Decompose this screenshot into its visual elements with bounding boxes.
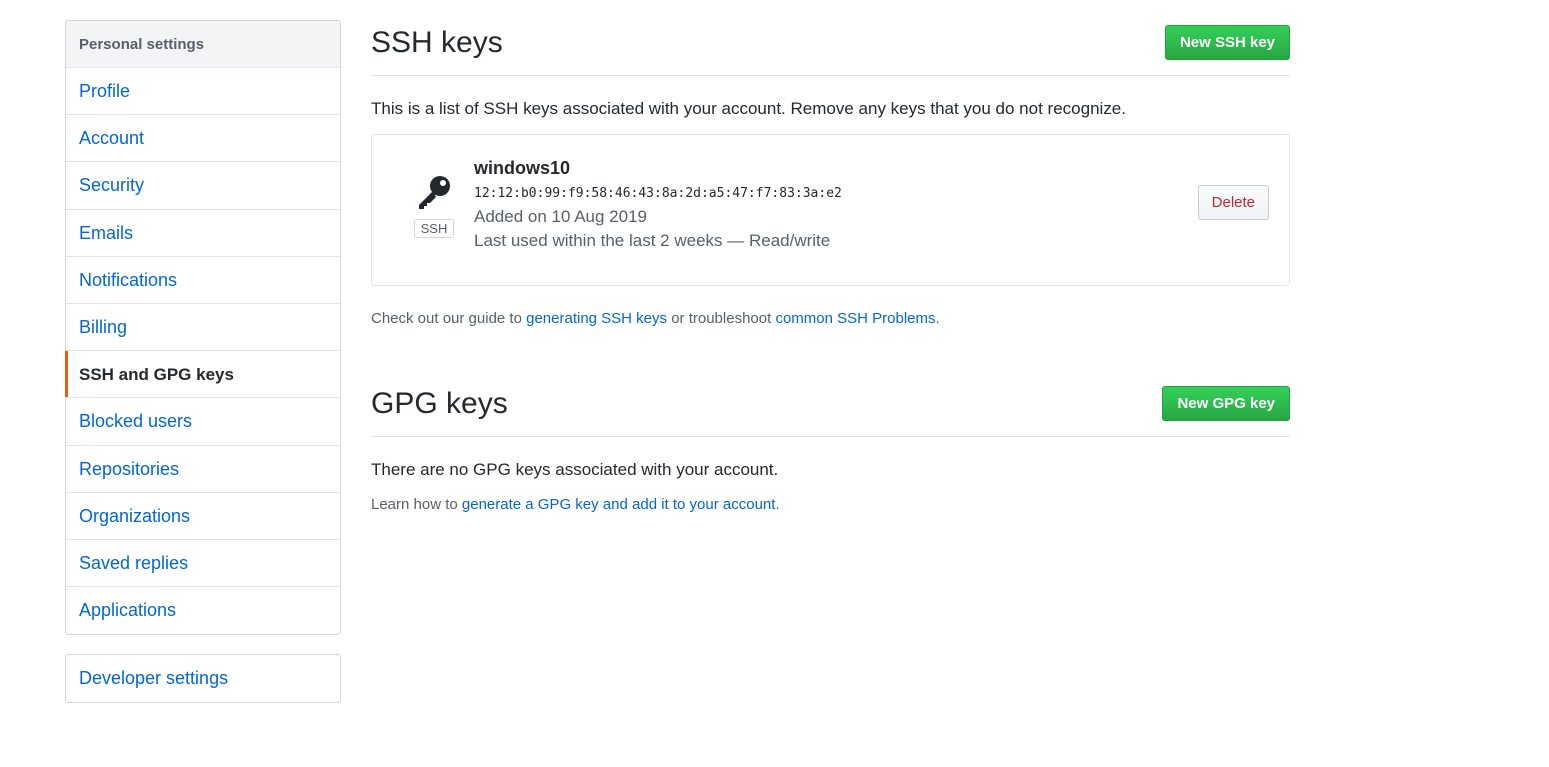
sidebar-item-applications[interactable]: Applications	[66, 587, 340, 634]
sidebar-item-notifications[interactable]: Notifications	[66, 257, 340, 304]
gpg-empty-text: There are no GPG keys associated with yo…	[371, 460, 779, 479]
ssh-key-details: windows10 12:12:b0:99:f9:58:46:43:8a:2d:…	[474, 158, 842, 251]
sidebar-item-profile[interactable]: Profile	[66, 68, 340, 116]
gpg-learn-text: Learn how to generate a GPG key and add …	[371, 496, 1290, 513]
ssh-guide-text: Check out our guide to generating SSH ke…	[371, 310, 1290, 327]
ssh-key-list: SSH windows10 12:12:b0:99:f9:58:46:43:8a…	[371, 134, 1290, 286]
ssh-intro-text: This is a list of SSH keys associated wi…	[371, 99, 1126, 118]
generating-ssh-keys-link[interactable]: generating SSH keys	[526, 310, 667, 327]
ssh-key-added-date: Added on 10 Aug 2019	[474, 207, 647, 226]
new-gpg-key-button[interactable]: New GPG key	[1162, 386, 1290, 421]
ssh-keys-section: SSH keys New SSH key This is a list of S…	[371, 20, 1290, 327]
ssh-key-badge: SSH	[412, 175, 456, 238]
ssh-keys-title: SSH keys	[371, 26, 503, 59]
sidebar-item-repositories[interactable]: Repositories	[66, 446, 340, 493]
learn-suffix: .	[775, 496, 780, 513]
sidebar-item-account[interactable]: Account	[66, 115, 340, 163]
ssh-key-title: windows10	[474, 158, 571, 178]
main-content: SSH keys New SSH key This is a list of S…	[371, 20, 1290, 513]
gpg-keys-section: GPG keys New GPG key There are no GPG ke…	[371, 381, 1290, 513]
gpg-subhead: GPG keys New GPG key	[371, 381, 1290, 437]
ssh-key-fingerprint: 12:12:b0:99:f9:58:46:43:8a:2d:a5:47:f7:8…	[474, 186, 842, 201]
sidebar-item-developer-settings[interactable]: Developer settings	[66, 655, 340, 702]
guide-suffix: .	[935, 310, 940, 327]
guide-middle: or troubleshoot	[667, 310, 776, 327]
guide-prefix: Check out our guide to	[371, 310, 527, 327]
menu-heading: Personal settings	[66, 21, 340, 68]
developer-settings-menu: Developer settings	[65, 654, 341, 704]
key-icon	[419, 176, 450, 209]
settings-sidebar: Personal settings Profile Account Securi…	[65, 20, 341, 704]
ssh-key-last-used: Last used within the last 2 weeks — Read…	[474, 231, 831, 250]
learn-prefix: Learn how to	[371, 496, 462, 513]
common-ssh-problems-link[interactable]: common SSH Problems	[775, 310, 935, 327]
sidebar-item-organizations[interactable]: Organizations	[66, 493, 340, 540]
sidebar-item-billing[interactable]: Billing	[66, 304, 340, 352]
sidebar-item-ssh-gpg-keys[interactable]: SSH and GPG keys	[65, 351, 340, 399]
generate-gpg-key-link[interactable]: generate a GPG key and add it to your ac…	[462, 496, 776, 513]
sidebar-item-saved-replies[interactable]: Saved replies	[66, 540, 340, 588]
new-ssh-key-button[interactable]: New SSH key	[1164, 25, 1290, 60]
sidebar-item-blocked-users[interactable]: Blocked users	[66, 398, 340, 446]
sidebar-item-emails[interactable]: Emails	[66, 210, 340, 257]
ssh-subhead: SSH keys New SSH key	[371, 20, 1290, 76]
gpg-keys-title: GPG keys	[371, 387, 508, 420]
delete-ssh-key-button[interactable]: Delete	[1197, 185, 1269, 220]
ssh-type-label: SSH	[413, 219, 455, 238]
personal-settings-menu: Personal settings Profile Account Securi…	[65, 20, 341, 636]
sidebar-item-security[interactable]: Security	[66, 162, 340, 210]
